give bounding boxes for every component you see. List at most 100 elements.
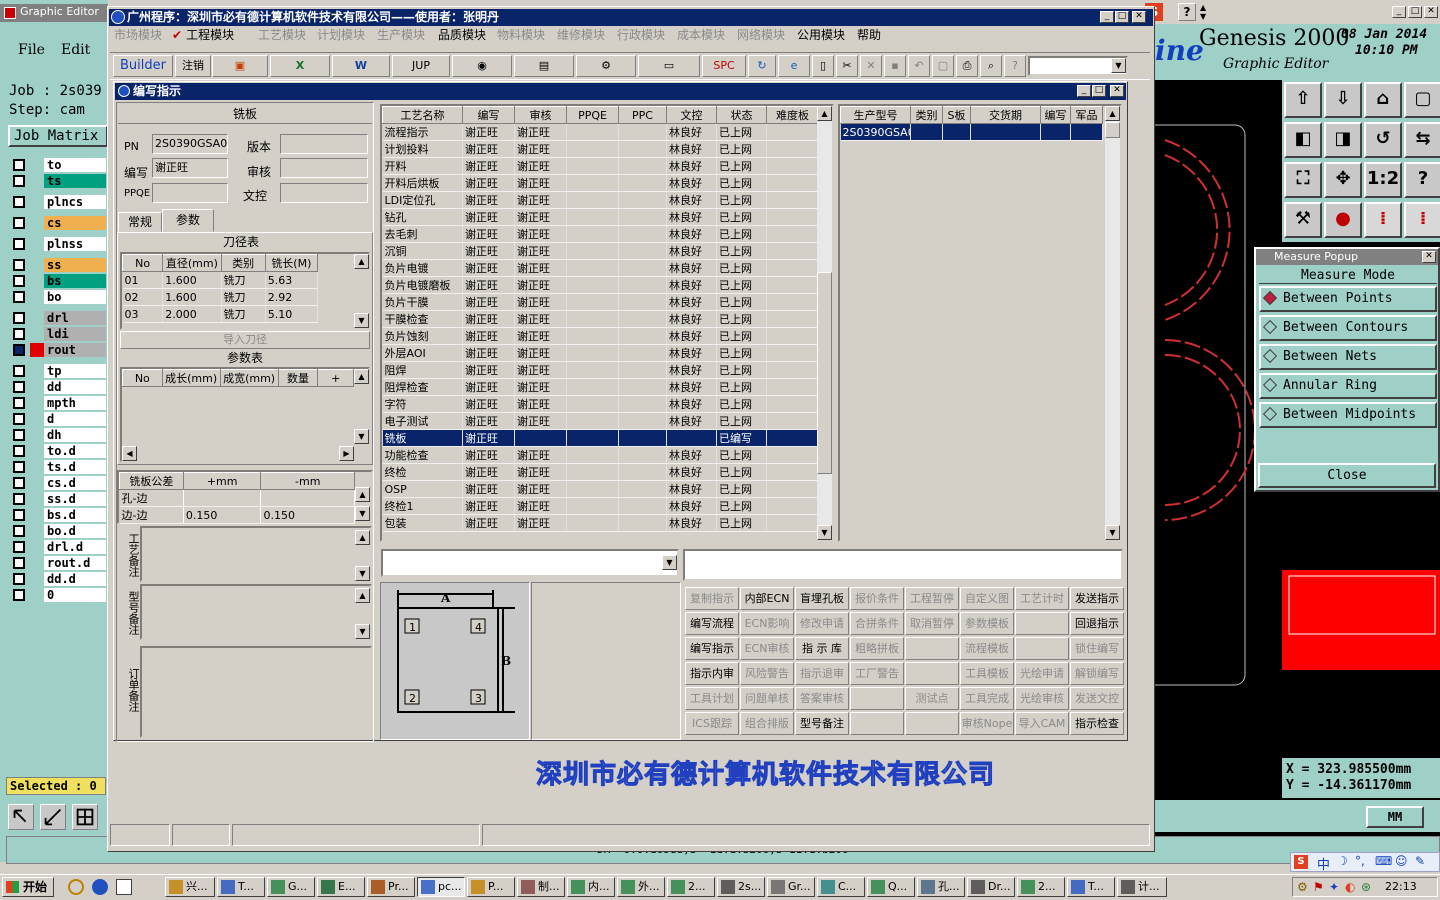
taskbar-task[interactable]: P... bbox=[467, 877, 515, 897]
doc-control-field[interactable] bbox=[280, 183, 368, 203]
main-menu-item[interactable]: 公用模块 bbox=[797, 28, 845, 42]
action-button[interactable]: 内部ECN bbox=[740, 587, 794, 610]
version-field[interactable] bbox=[280, 134, 368, 154]
table-row[interactable]: 边-边 0.150 0.150 bbox=[119, 506, 355, 524]
layer-name[interactable]: plncs bbox=[44, 195, 106, 209]
action-button[interactable] bbox=[905, 662, 959, 685]
undo-icon[interactable]: ↶ bbox=[908, 55, 930, 77]
layer-checkbox[interactable] bbox=[13, 477, 25, 489]
layer-checkbox[interactable] bbox=[13, 541, 25, 553]
layer-row[interactable]: mpth bbox=[8, 396, 106, 410]
help-round-icon[interactable]: ? bbox=[1004, 55, 1026, 77]
action-button[interactable]: 解锁编写 bbox=[1070, 662, 1124, 685]
action-button[interactable]: 自定义图 bbox=[960, 587, 1014, 610]
layer-tools-icon[interactable]: ⚒ bbox=[1284, 202, 1322, 238]
table-row[interactable]: 计划投料 谢正旺 谢正旺 林良好 已上网 bbox=[382, 140, 819, 158]
dialog-close[interactable]: ✕ bbox=[1110, 85, 1124, 97]
process-col-header[interactable]: 审核 bbox=[514, 106, 567, 124]
layer-row[interactable]: ldi bbox=[8, 327, 106, 341]
tolerance-scroll-up[interactable]: ▲ bbox=[355, 487, 370, 502]
layer-row[interactable]: dh bbox=[8, 428, 106, 442]
measure-option[interactable]: Between Contours bbox=[1259, 315, 1437, 341]
action-button[interactable]: 工程暂停 bbox=[905, 587, 959, 610]
layer-checkbox[interactable] bbox=[13, 238, 25, 250]
layer-row[interactable]: ss bbox=[8, 258, 106, 272]
layer-name[interactable]: rout bbox=[44, 343, 106, 357]
main-menu-item[interactable]: 维修模块 bbox=[557, 28, 605, 42]
process-scroll-up[interactable]: ▲ bbox=[817, 106, 832, 121]
action-button[interactable]: ECN影响 bbox=[740, 612, 794, 635]
layer-row[interactable]: cs bbox=[8, 216, 106, 230]
layer-row[interactable]: tp bbox=[8, 364, 106, 378]
layer-checkbox[interactable] bbox=[13, 525, 25, 537]
layer-checkbox[interactable] bbox=[13, 397, 25, 409]
find-icon[interactable]: ⌕ bbox=[980, 55, 1002, 77]
table-row[interactable]: 字符 谢正旺 谢正旺 林良好 已上网 bbox=[382, 395, 819, 413]
cut-icon[interactable]: ✂ bbox=[836, 55, 858, 77]
tray-clock[interactable]: 22:13 bbox=[1385, 880, 1417, 893]
delete-icon[interactable]: ✕ bbox=[860, 55, 882, 77]
review-field[interactable] bbox=[280, 158, 368, 178]
model-scroll-thumb[interactable] bbox=[1105, 122, 1120, 138]
action-button[interactable] bbox=[850, 687, 904, 710]
layer-checkbox[interactable] bbox=[13, 413, 25, 425]
main-menu-item[interactable]: 品质模块 bbox=[438, 28, 486, 42]
process-col-header[interactable]: 编写 bbox=[462, 106, 515, 124]
jup-button[interactable]: JUP bbox=[392, 55, 450, 77]
table-row[interactable]: 开料后烘板 谢正旺 谢正旺 林良好 已上网 bbox=[382, 174, 819, 192]
ime-punct-icon[interactable]: °, bbox=[1355, 854, 1365, 868]
layer-checkbox[interactable] bbox=[13, 259, 25, 271]
print-monitor-icon[interactable]: ▭ bbox=[638, 55, 700, 77]
taskbar-task[interactable]: 制... bbox=[517, 877, 565, 897]
ime-keyboard-icon[interactable]: ⌨ bbox=[1375, 854, 1392, 868]
main-menu-item[interactable]: 市场模块 bbox=[114, 28, 162, 42]
action-button[interactable]: 答案审核 bbox=[795, 687, 849, 710]
spc-button[interactable]: SPC bbox=[702, 55, 746, 77]
action-button[interactable]: 光绘审核 bbox=[1015, 687, 1069, 710]
th-param-length[interactable]: 成长(mm) bbox=[161, 369, 221, 387]
layer-name[interactable]: bs bbox=[44, 274, 106, 288]
refresh-icon[interactable]: ↻ bbox=[748, 55, 776, 77]
layer-row[interactable]: bo bbox=[8, 290, 106, 304]
layer-name[interactable]: to bbox=[44, 158, 106, 172]
table-row[interactable]: 沉铜 谢正旺 谢正旺 林良好 已上网 bbox=[382, 242, 819, 260]
main-maximize[interactable]: □ bbox=[1115, 11, 1129, 23]
ime-moon-icon[interactable]: ☽ bbox=[1337, 854, 1348, 868]
quicklaunch-3-icon[interactable] bbox=[116, 879, 132, 895]
mirror-icon[interactable]: ⇆ bbox=[1404, 122, 1440, 158]
main-minimize[interactable]: _ bbox=[1100, 11, 1114, 23]
th-plus-mm[interactable]: +mm bbox=[182, 472, 262, 490]
layer-checkbox[interactable] bbox=[13, 589, 25, 601]
th-param-qty[interactable]: 数量 bbox=[277, 369, 319, 387]
main-menu-item[interactable]: 生产模块 bbox=[377, 28, 425, 42]
tool-select-icon[interactable] bbox=[8, 804, 34, 830]
action-button[interactable]: 盲埋孔板 bbox=[795, 587, 849, 610]
layer-checkbox[interactable] bbox=[13, 291, 25, 303]
layer-name[interactable]: ss bbox=[44, 258, 106, 272]
table-row[interactable]: 负片电镀 谢正旺 谢正旺 林良好 已上网 bbox=[382, 259, 819, 277]
taskbar-task[interactable]: Q... bbox=[867, 877, 915, 897]
layer-checkbox[interactable] bbox=[13, 328, 25, 340]
toolbar-combo-arrow[interactable]: ▼ bbox=[1111, 58, 1126, 73]
action-button[interactable]: 风险警告 bbox=[740, 662, 794, 685]
model-scroll-up[interactable]: ▲ bbox=[1105, 106, 1120, 121]
table-row[interactable]: 铣板 谢正旺 已编写 bbox=[382, 429, 819, 447]
action-button[interactable]: 编写流程 bbox=[685, 612, 739, 635]
layer-name[interactable]: rout.d bbox=[44, 556, 106, 570]
layer-checkbox[interactable] bbox=[13, 175, 25, 187]
layer-name[interactable]: bo.d bbox=[44, 524, 106, 538]
action-button[interactable]: 流程模板 bbox=[960, 637, 1014, 660]
taskbar-task[interactable]: Pr... bbox=[367, 877, 415, 897]
taskbar-task[interactable]: G... bbox=[267, 877, 315, 897]
home-icon[interactable]: ⌂ bbox=[1364, 82, 1402, 118]
rotate-icon[interactable]: ↺ bbox=[1364, 122, 1402, 158]
zoom-in-icon[interactable]: ◧ bbox=[1284, 122, 1322, 158]
layer-row[interactable]: ts bbox=[8, 174, 106, 188]
drill-check-icon[interactable]: ⁞ bbox=[1404, 202, 1440, 238]
layer-checkbox[interactable] bbox=[13, 493, 25, 505]
table-row[interactable]: 开料 谢正旺 谢正旺 林良好 已上网 bbox=[382, 157, 819, 175]
layer-checkbox[interactable] bbox=[13, 557, 25, 569]
action-button[interactable]: 导入CAM bbox=[1015, 712, 1069, 735]
action-button[interactable]: 指示检查 bbox=[1070, 712, 1124, 735]
start-button[interactable]: 开始 bbox=[2, 877, 54, 897]
